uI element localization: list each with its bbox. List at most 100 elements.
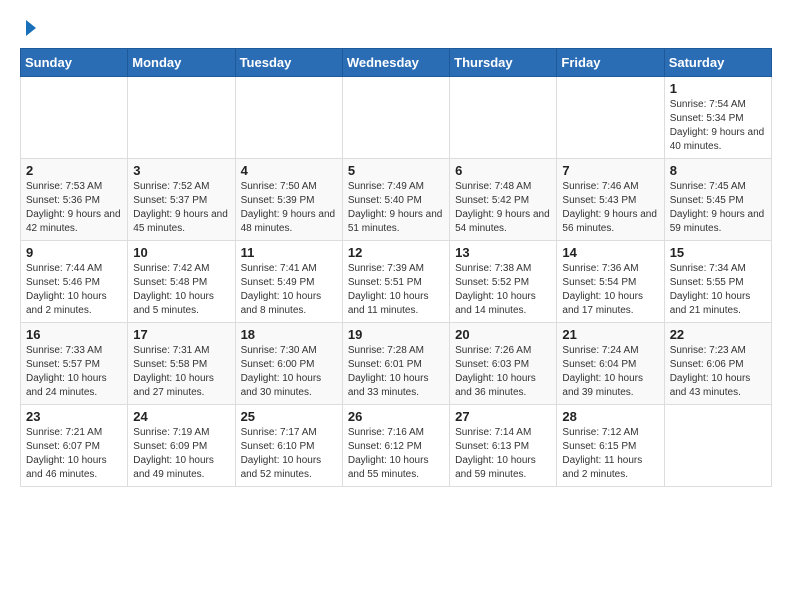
day-number: 28 <box>562 409 658 424</box>
calendar-cell: 9 Sunrise: 7:44 AM Sunset: 5:46 PM Daylig… <box>21 241 128 323</box>
calendar-cell: 4 Sunrise: 7:50 AM Sunset: 5:39 PM Daylig… <box>235 159 342 241</box>
calendar-cell: 15 Sunrise: 7:34 AM Sunset: 5:55 PM Dayli… <box>664 241 771 323</box>
day-number: 21 <box>562 327 658 342</box>
day-info: Sunrise: 7:41 AM Sunset: 5:49 PM Dayligh… <box>241 262 337 318</box>
day-number: 6 <box>455 163 551 178</box>
weekday-header-tuesday: Tuesday <box>235 49 342 77</box>
calendar-cell: 7Sunrise: 7:46 AM Sunset: 5:43 PM Daylig… <box>557 159 664 241</box>
day-number: 16 <box>26 327 122 342</box>
day-number: 17 <box>133 327 229 342</box>
calendar-table: SundayMondayTuesdayWednesdayThursdayFrid… <box>20 48 772 487</box>
day-info: Sunrise: 7:31 AM Sunset: 5:58 PM Dayligh… <box>133 344 229 400</box>
calendar-cell: 16 Sunrise: 7:33 AM Sunset: 5:57 PM Dayli… <box>21 323 128 405</box>
day-info: Sunrise: 7:50 AM Sunset: 5:39 PM Dayligh… <box>241 180 337 236</box>
calendar-week-row: 16 Sunrise: 7:33 AM Sunset: 5:57 PM Dayli… <box>21 323 772 405</box>
calendar-cell: 11 Sunrise: 7:41 AM Sunset: 5:49 PM Dayli… <box>235 241 342 323</box>
calendar-cell: 14 Sunrise: 7:36 AM Sunset: 5:54 PM Dayli… <box>557 241 664 323</box>
calendar-cell: 13 Sunrise: 7:38 AM Sunset: 5:52 PM Dayli… <box>450 241 557 323</box>
day-info: Sunrise: 7:19 AM Sunset: 6:09 PM Dayligh… <box>133 426 229 482</box>
calendar-cell <box>557 77 664 159</box>
day-info: Sunrise: 7:26 AM Sunset: 6:03 PM Dayligh… <box>455 344 551 400</box>
weekday-header-wednesday: Wednesday <box>342 49 449 77</box>
day-number: 20 <box>455 327 551 342</box>
day-info: Sunrise: 7:48 AM Sunset: 5:42 PM Dayligh… <box>455 180 551 236</box>
day-number: 9 <box>26 245 122 260</box>
day-number: 27 <box>455 409 551 424</box>
calendar-cell: 24 Sunrise: 7:19 AM Sunset: 6:09 PM Dayli… <box>128 405 235 487</box>
calendar-cell <box>450 77 557 159</box>
calendar-cell <box>235 77 342 159</box>
calendar-cell: 8 Sunrise: 7:45 AM Sunset: 5:45 PM Daylig… <box>664 159 771 241</box>
day-number: 5 <box>348 163 444 178</box>
calendar-cell: 22 Sunrise: 7:23 AM Sunset: 6:06 PM Dayli… <box>664 323 771 405</box>
weekday-header-sunday: Sunday <box>21 49 128 77</box>
day-number: 18 <box>241 327 337 342</box>
day-info: Sunrise: 7:38 AM Sunset: 5:52 PM Dayligh… <box>455 262 551 318</box>
logo-arrow-icon <box>26 20 36 36</box>
weekday-header-friday: Friday <box>557 49 664 77</box>
day-info: Sunrise: 7:34 AM Sunset: 5:55 PM Dayligh… <box>670 262 766 318</box>
day-number: 15 <box>670 245 766 260</box>
calendar-week-row: 2 Sunrise: 7:53 AM Sunset: 5:36 PM Daylig… <box>21 159 772 241</box>
weekday-header-saturday: Saturday <box>664 49 771 77</box>
day-number: 13 <box>455 245 551 260</box>
weekday-header-row: SundayMondayTuesdayWednesdayThursdayFrid… <box>21 49 772 77</box>
calendar-cell: 25Sunrise: 7:17 AM Sunset: 6:10 PM Dayli… <box>235 405 342 487</box>
day-number: 1 <box>670 81 766 96</box>
calendar-cell: 1 Sunrise: 7:54 AM Sunset: 5:34 PM Daylig… <box>664 77 771 159</box>
calendar-cell: 5 Sunrise: 7:49 AM Sunset: 5:40 PM Daylig… <box>342 159 449 241</box>
weekday-header-thursday: Thursday <box>450 49 557 77</box>
day-info: Sunrise: 7:30 AM Sunset: 6:00 PM Dayligh… <box>241 344 337 400</box>
day-number: 22 <box>670 327 766 342</box>
calendar-cell <box>342 77 449 159</box>
calendar-cell: 12 Sunrise: 7:39 AM Sunset: 5:51 PM Dayli… <box>342 241 449 323</box>
day-number: 3 <box>133 163 229 178</box>
calendar-cell: 3 Sunrise: 7:52 AM Sunset: 5:37 PM Daylig… <box>128 159 235 241</box>
calendar-cell: 20 Sunrise: 7:26 AM Sunset: 6:03 PM Dayli… <box>450 323 557 405</box>
day-number: 12 <box>348 245 444 260</box>
day-info: Sunrise: 7:17 AM Sunset: 6:10 PM Dayligh… <box>241 426 337 482</box>
calendar-week-row: 1 Sunrise: 7:54 AM Sunset: 5:34 PM Daylig… <box>21 77 772 159</box>
calendar-cell <box>128 77 235 159</box>
calendar-cell: 17 Sunrise: 7:31 AM Sunset: 5:58 PM Dayli… <box>128 323 235 405</box>
day-info: Sunrise: 7:52 AM Sunset: 5:37 PM Dayligh… <box>133 180 229 236</box>
calendar-cell: 2 Sunrise: 7:53 AM Sunset: 5:36 PM Daylig… <box>21 159 128 241</box>
day-info: Sunrise: 7:12 AM Sunset: 6:15 PM Dayligh… <box>562 426 658 482</box>
day-info: Sunrise: 7:54 AM Sunset: 5:34 PM Dayligh… <box>670 98 766 154</box>
day-info: Sunrise: 7:36 AM Sunset: 5:54 PM Dayligh… <box>562 262 658 318</box>
day-number: 8 <box>670 163 766 178</box>
day-number: 2 <box>26 163 122 178</box>
logo <box>20 20 36 38</box>
day-info: Sunrise: 7:23 AM Sunset: 6:06 PM Dayligh… <box>670 344 766 400</box>
day-info: Sunrise: 7:45 AM Sunset: 5:45 PM Dayligh… <box>670 180 766 236</box>
calendar-cell: 10 Sunrise: 7:42 AM Sunset: 5:48 PM Dayli… <box>128 241 235 323</box>
day-info: Sunrise: 7:28 AM Sunset: 6:01 PM Dayligh… <box>348 344 444 400</box>
calendar-cell <box>664 405 771 487</box>
day-info: Sunrise: 7:21 AM Sunset: 6:07 PM Dayligh… <box>26 426 122 482</box>
day-info: Sunrise: 7:14 AM Sunset: 6:13 PM Dayligh… <box>455 426 551 482</box>
day-number: 4 <box>241 163 337 178</box>
day-number: 24 <box>133 409 229 424</box>
day-number: 23 <box>26 409 122 424</box>
calendar-week-row: 9 Sunrise: 7:44 AM Sunset: 5:46 PM Daylig… <box>21 241 772 323</box>
day-info: Sunrise: 7:49 AM Sunset: 5:40 PM Dayligh… <box>348 180 444 236</box>
day-info: Sunrise: 7:46 AM Sunset: 5:43 PM Dayligh… <box>562 180 658 236</box>
day-info: Sunrise: 7:44 AM Sunset: 5:46 PM Dayligh… <box>26 262 122 318</box>
calendar-cell: 21 Sunrise: 7:24 AM Sunset: 6:04 PM Dayli… <box>557 323 664 405</box>
calendar-week-row: 23 Sunrise: 7:21 AM Sunset: 6:07 PM Dayli… <box>21 405 772 487</box>
day-info: Sunrise: 7:33 AM Sunset: 5:57 PM Dayligh… <box>26 344 122 400</box>
calendar-cell: 27 Sunrise: 7:14 AM Sunset: 6:13 PM Dayli… <box>450 405 557 487</box>
day-number: 11 <box>241 245 337 260</box>
calendar-cell: 6 Sunrise: 7:48 AM Sunset: 5:42 PM Daylig… <box>450 159 557 241</box>
calendar-cell: 23 Sunrise: 7:21 AM Sunset: 6:07 PM Dayli… <box>21 405 128 487</box>
calendar-cell: 28 Sunrise: 7:12 AM Sunset: 6:15 PM Dayli… <box>557 405 664 487</box>
day-info: Sunrise: 7:24 AM Sunset: 6:04 PM Dayligh… <box>562 344 658 400</box>
weekday-header-monday: Monday <box>128 49 235 77</box>
day-info: Sunrise: 7:42 AM Sunset: 5:48 PM Dayligh… <box>133 262 229 318</box>
calendar-cell <box>21 77 128 159</box>
day-info: Sunrise: 7:39 AM Sunset: 5:51 PM Dayligh… <box>348 262 444 318</box>
day-info: Sunrise: 7:53 AM Sunset: 5:36 PM Dayligh… <box>26 180 122 236</box>
day-number: 10 <box>133 245 229 260</box>
day-number: 14 <box>562 245 658 260</box>
calendar-cell: 19Sunrise: 7:28 AM Sunset: 6:01 PM Dayli… <box>342 323 449 405</box>
